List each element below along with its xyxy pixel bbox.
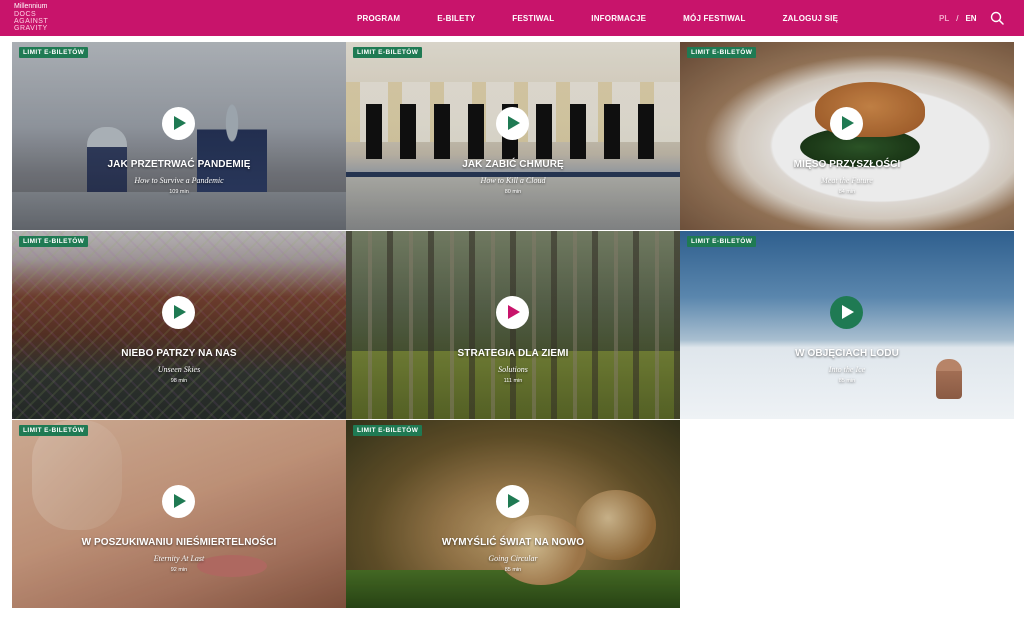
- film-duration: 84 min: [838, 189, 856, 195]
- film-tile-how-to-kill-a-cloud[interactable]: LIMIT E-BILETÓW JAK ZABIĆ CHMURĘ How to …: [346, 42, 680, 230]
- film-title: NIEBO PATRZY NA NAS: [121, 348, 237, 359]
- site-header: Millennium DOCS AGAINST GRAVITY PROGRAM …: [0, 0, 1024, 36]
- play-icon[interactable]: [496, 296, 529, 329]
- play-icon[interactable]: [496, 485, 529, 518]
- film-title: STRATEGIA DLA ZIEMI: [457, 348, 569, 359]
- header-divider: [0, 36, 1024, 40]
- language-switcher: PL / EN: [939, 0, 977, 36]
- lang-separator: /: [956, 13, 959, 23]
- film-original-title: How to Survive a Pandemic: [134, 176, 224, 185]
- logo-line-4: GRAVITY: [14, 25, 48, 32]
- film-duration: 85 min: [504, 567, 522, 573]
- film-tile-how-to-survive-a-pandemic[interactable]: LIMIT E-BILETÓW JAK PRZETRWAĆ PANDEMIĘ H…: [12, 42, 346, 230]
- film-original-title: Into the Ice: [828, 365, 866, 374]
- film-duration: 98 min: [170, 378, 188, 384]
- nav-e-bilety[interactable]: E-BILETY: [437, 14, 475, 23]
- film-duration: 85 min: [838, 378, 856, 384]
- film-original-title: How to Kill a Cloud: [480, 176, 546, 185]
- film-tile-into-the-ice[interactable]: LIMIT E-BILETÓW W OBJĘCIACH LODU Into th…: [680, 231, 1014, 419]
- film-tile-going-circular[interactable]: LIMIT E-BILETÓW WYMYŚLIĆ ŚWIAT NA NOWO G…: [346, 420, 680, 608]
- lang-pl[interactable]: PL: [939, 14, 949, 23]
- film-title: WYMYŚLIĆ ŚWIAT NA NOWO: [441, 537, 585, 548]
- search-icon[interactable]: [990, 11, 1004, 25]
- film-duration: 80 min: [504, 189, 522, 195]
- nav-moj-festiwal[interactable]: MÓJ FESTIWAL: [683, 14, 745, 23]
- nav-festiwal[interactable]: FESTIWAL: [512, 14, 554, 23]
- film-tile-solutions[interactable]: STRATEGIA DLA ZIEMI Solutions 111 min: [346, 231, 680, 419]
- play-icon[interactable]: [830, 296, 863, 329]
- lang-en[interactable]: EN: [965, 14, 976, 23]
- film-title: JAK ZABIĆ CHMURĘ: [462, 159, 564, 170]
- film-original-title: Going Circular: [488, 554, 538, 563]
- play-icon[interactable]: [162, 107, 195, 140]
- ticket-limit-badge: LIMIT E-BILETÓW: [687, 47, 757, 58]
- ticket-limit-badge: LIMIT E-BILETÓW: [19, 425, 89, 436]
- ticket-limit-badge: LIMIT E-BILETÓW: [19, 47, 89, 58]
- film-title: W OBJĘCIACH LODU: [795, 348, 899, 359]
- film-original-title: Meat the Future: [821, 176, 873, 185]
- film-title: MIĘSO PRZYSZŁOŚCI: [793, 159, 901, 170]
- film-tile-eternity-at-last[interactable]: LIMIT E-BILETÓW W POSZUKIWANIU NIEŚMIERT…: [12, 420, 346, 608]
- play-icon[interactable]: [496, 107, 529, 140]
- logo-line-3: AGAINST: [14, 18, 49, 25]
- ticket-limit-badge: LIMIT E-BILETÓW: [353, 47, 423, 58]
- film-original-title: Unseen Skies: [157, 365, 201, 374]
- main-nav: PROGRAM E-BILETY FESTIWAL INFORMACJE MÓJ…: [357, 0, 838, 36]
- ticket-limit-badge: LIMIT E-BILETÓW: [687, 236, 757, 247]
- play-icon[interactable]: [162, 296, 195, 329]
- ticket-limit-badge: LIMIT E-BILETÓW: [353, 425, 423, 436]
- ticket-limit-badge: LIMIT E-BILETÓW: [19, 236, 89, 247]
- nav-zaloguj[interactable]: ZALOGUJ SIĘ: [783, 14, 839, 23]
- logo-line-2: DOCS: [14, 11, 37, 18]
- play-icon[interactable]: [830, 107, 863, 140]
- play-icon[interactable]: [162, 485, 195, 518]
- nav-program[interactable]: PROGRAM: [357, 14, 400, 23]
- film-title: W POSZUKIWANIU NIEŚMIERTELNOŚCI: [81, 537, 277, 548]
- film-original-title: Solutions: [498, 365, 528, 374]
- film-tile-unseen-skies[interactable]: LIMIT E-BILETÓW NIEBO PATRZY NA NAS Unse…: [12, 231, 346, 419]
- film-tile-meat-the-future[interactable]: LIMIT E-BILETÓW MIĘSO PRZYSZŁOŚCI Meat t…: [680, 42, 1014, 230]
- nav-informacje[interactable]: INFORMACJE: [591, 14, 646, 23]
- logo-line-1: Millennium: [14, 3, 48, 10]
- film-title: JAK PRZETRWAĆ PANDEMIĘ: [107, 159, 251, 170]
- film-original-title: Eternity At Last: [153, 554, 205, 563]
- festival-logo[interactable]: Millennium DOCS AGAINST GRAVITY: [14, 3, 74, 35]
- film-duration: 92 min: [170, 567, 188, 573]
- film-duration: 109 min: [169, 189, 189, 195]
- film-duration: 111 min: [503, 378, 523, 384]
